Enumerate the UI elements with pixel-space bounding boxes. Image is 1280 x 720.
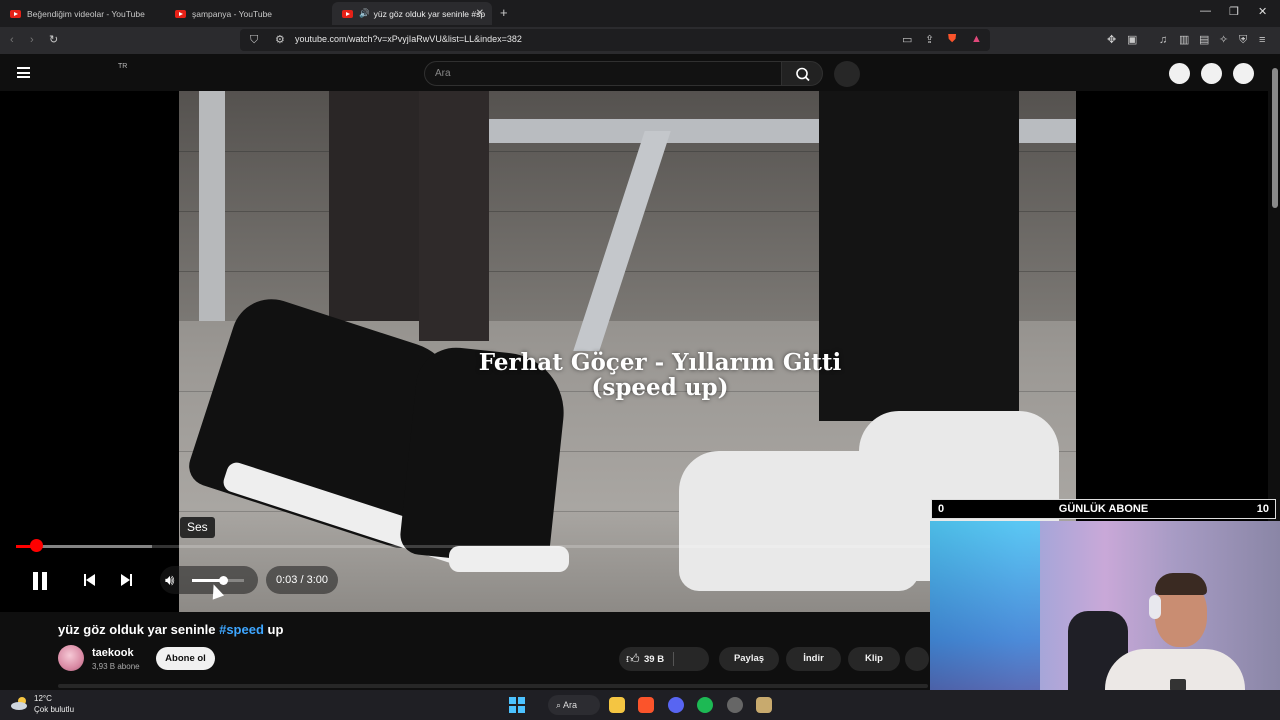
thumbs-up-icon[interactable]: 👍︎	[626, 651, 640, 667]
download-button[interactable]: İndir	[786, 647, 841, 671]
voice-search-button[interactable]	[834, 61, 860, 87]
previous-button[interactable]	[83, 573, 97, 587]
search-button[interactable]	[781, 61, 823, 86]
forward-icon[interactable]: ›	[30, 33, 34, 47]
brave-rewards-icon[interactable]: ▲	[971, 32, 982, 46]
channel-name[interactable]: taekook	[92, 647, 134, 659]
wallet-icon[interactable]: ▤	[1199, 33, 1209, 47]
description-box-edge	[58, 684, 928, 688]
channel-avatar[interactable]	[58, 645, 84, 671]
discord-icon[interactable]	[668, 697, 684, 713]
youtube-icon	[10, 9, 21, 18]
brave-shield-icon[interactable]: ⛊	[948, 32, 956, 46]
browser-toolbar: ‹ › ↻ ⛉ ⚙ youtube.com/watch?v=xPvyjIaRwV…	[0, 27, 1280, 54]
avatar[interactable]	[1233, 63, 1254, 84]
goal-max: 10	[1256, 503, 1269, 515]
screenshot-icon[interactable]: ▣	[1127, 33, 1137, 47]
music-icon[interactable]: ♫	[1159, 33, 1167, 47]
video-scene-leg-left	[329, 91, 419, 321]
weather-description[interactable]: Çok bulutlu	[34, 705, 74, 714]
taskbar-search-label: Ara	[563, 700, 578, 710]
brave-browser-icon[interactable]	[638, 697, 654, 713]
cast-icon[interactable]: ▭	[902, 33, 912, 47]
youtube-header: TR Ara	[0, 54, 1280, 91]
extensions-icon[interactable]: ✥	[1107, 33, 1116, 47]
overlay-title-line1: Ferhat Göçer - Yıllarım Gitti	[478, 349, 842, 376]
tab-label: yüz göz olduk yar seninle #sp	[373, 8, 486, 19]
country-code: TR	[118, 63, 128, 70]
webcam-person-hair	[1155, 573, 1207, 595]
file-explorer-icon[interactable]	[609, 697, 625, 713]
bookmark-icon[interactable]: ⛉	[250, 33, 258, 47]
leo-ai-icon[interactable]: ✧	[1219, 33, 1228, 47]
speaker-icon: 🔊	[359, 8, 370, 18]
video-scene-sole	[449, 546, 569, 572]
pause-button[interactable]	[31, 572, 49, 590]
cloud-icon	[11, 697, 27, 710]
subscribe-button[interactable]: Abone ol	[156, 647, 215, 670]
plus-icon[interactable]: +	[500, 5, 508, 20]
reload-icon[interactable]: ↻	[49, 33, 58, 47]
browser-tab-bar: Beğendiğim videolar - YouTube şampanya -…	[0, 0, 1280, 27]
tab-current-video[interactable]: 🔊 yüz göz olduk yar seninle #sp ✕	[332, 2, 492, 25]
windows-taskbar: 12°C Çok bulutlu ⌕ Ara	[0, 690, 1280, 720]
overlay-title-line2: (speed up)	[591, 374, 729, 401]
spotify-icon[interactable]	[697, 697, 713, 713]
menu-icon[interactable]: ≡	[1259, 33, 1265, 47]
weather-temperature[interactable]: 12°C	[34, 694, 52, 703]
vpn-icon[interactable]: ⛨	[1239, 33, 1247, 47]
league-of-legends-icon[interactable]	[756, 697, 772, 713]
video-title: yüz göz olduk yar seninle #speed up	[58, 622, 283, 637]
next-button[interactable]	[119, 573, 133, 587]
clip-button[interactable]: Klip	[848, 647, 900, 671]
video-scene-pole	[199, 91, 225, 321]
tab-label: Beğendiğim videolar - YouTube	[27, 8, 145, 19]
daily-subscriber-goal-bar: 0 GÜNLÜK ABONE 10	[931, 499, 1276, 519]
restore-icon[interactable]: ❐	[1229, 5, 1239, 18]
address-bar[interactable]: ⛉ ⚙ youtube.com/watch?v=xPvyjIaRwVU&list…	[240, 29, 990, 51]
video-scene-leg-right	[419, 91, 489, 341]
video-overlay-title: Ferhat Göçer - Yıllarım Gitti (speed up)	[400, 350, 920, 400]
tab-label: şampanya - YouTube	[192, 8, 273, 19]
like-count[interactable]: 39 B	[644, 654, 664, 665]
taskbar-search[interactable]: ⌕ Ara	[548, 695, 600, 715]
hashtag-link[interactable]: #speed	[219, 622, 264, 637]
time-display: 0:03 / 3:00	[276, 574, 328, 586]
notifications-icon[interactable]	[1201, 63, 1222, 84]
more-actions-button[interactable]	[905, 647, 929, 671]
close-window-icon[interactable]: ✕	[1258, 5, 1267, 18]
volume-tooltip: Ses	[180, 517, 215, 538]
windows-start-icon[interactable]	[509, 697, 525, 713]
back-icon[interactable]: ‹	[10, 33, 14, 47]
hamburger-menu-icon[interactable]	[17, 67, 30, 78]
youtube-icon	[175, 9, 186, 18]
search-input[interactable]: Ara	[424, 61, 782, 86]
video-title-suffix: up	[263, 622, 284, 637]
volume-icon[interactable]: 🔊︎	[165, 572, 174, 589]
like-divider	[673, 652, 674, 666]
minimize-icon[interactable]: —	[1200, 5, 1211, 17]
site-settings-icon[interactable]: ⚙	[275, 33, 285, 47]
sidebar-icon[interactable]: ▥	[1179, 33, 1189, 47]
video-title-text: yüz göz olduk yar seninle	[58, 622, 220, 637]
webcam-headset	[1149, 595, 1161, 619]
scrollbar-thumb[interactable]	[1272, 68, 1278, 208]
search-placeholder: Ara	[435, 68, 451, 79]
tab-sampanya[interactable]: şampanya - YouTube	[165, 2, 330, 25]
share-button[interactable]: Paylaş	[719, 647, 779, 671]
goal-title: GÜNLÜK ABONE	[1058, 503, 1149, 515]
close-icon[interactable]: ✕	[476, 8, 484, 19]
steam-icon[interactable]	[727, 697, 743, 713]
create-icon[interactable]	[1169, 63, 1190, 84]
tab-liked-videos[interactable]: Beğendiğim videolar - YouTube	[0, 2, 165, 25]
share-icon[interactable]: ⇪	[925, 33, 934, 47]
youtube-icon	[342, 9, 353, 18]
search-icon	[796, 67, 810, 82]
subscriber-count: 3,93 B abone	[92, 662, 140, 671]
url-text: youtube.com/watch?v=xPvyjIaRwVU&list=LL&…	[295, 34, 522, 44]
